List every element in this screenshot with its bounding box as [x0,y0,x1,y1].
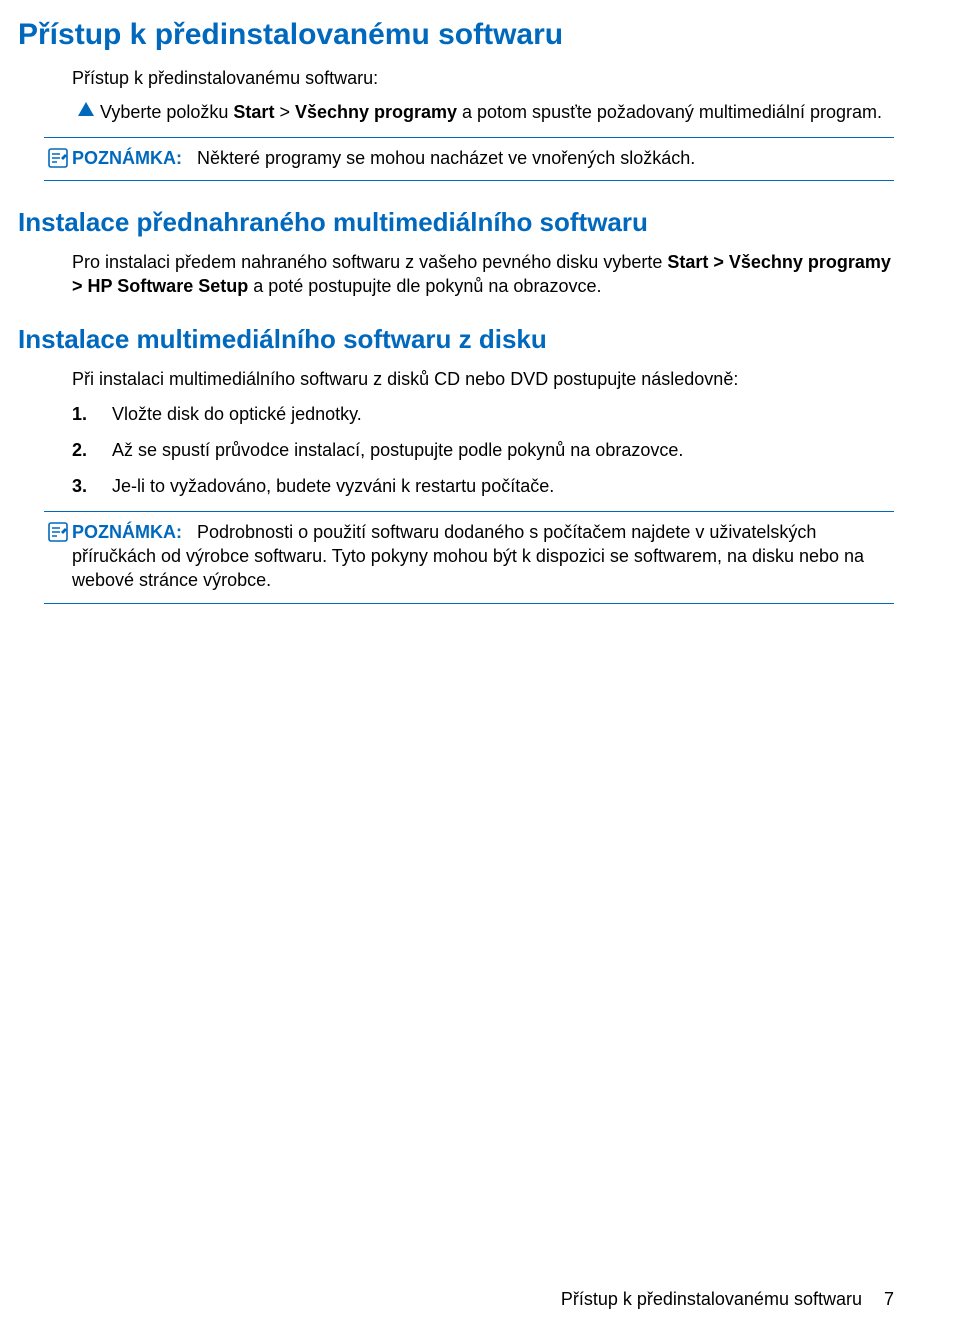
step-text-3: Je-li to vyžadováno, budete vyzváni k re… [112,474,894,498]
step-text-2: Až se spustí průvodce instalací, postupu… [112,438,894,462]
step-number-1: 1. [72,402,112,426]
step-number-2: 2. [72,438,112,462]
note-rule-bottom [44,180,894,181]
footer-section-title: Přístup k předinstalovanému softwaru [561,1289,862,1310]
step-text-1: Vložte disk do optické jednotky. [112,402,894,426]
note-label: POZNÁMKA: [72,522,182,542]
note-block-1: POZNÁMKA: Některé programy se mohou nach… [44,137,894,181]
note-rule-bottom [44,603,894,604]
note-rule-top [44,511,894,512]
section3-intro: Při instalaci multimediálního softwaru z… [72,367,894,391]
note-text-2: Podrobnosti o použití softwaru dodaného … [72,522,864,591]
note-body-1: POZNÁMKA: Některé programy se mohou nach… [72,146,894,170]
step-bold-start: Start [233,102,274,122]
step-select-start: Vyberte položku Start > Všechny programy… [72,100,894,124]
step-post: a potom spusťte požadovaný multimediální… [457,102,882,122]
s2-post: a poté postupujte dle pokynů na obrazovc… [248,276,601,296]
note-rule-top [44,137,894,138]
step-text: Vyberte položku Start > Všechny programy… [100,100,894,124]
note-icon [44,522,72,542]
triangle-icon [72,102,100,116]
heading-install-preloaded: Instalace přednahraného multimediálního … [18,207,894,238]
step-bold-programs: Všechny programy [295,102,457,122]
note-body-2: POZNÁMKA: Podrobnosti o použití softwaru… [72,520,894,593]
step-number-3: 3. [72,474,112,498]
s2-pre: Pro instalaci předem nahraného softwaru … [72,252,667,272]
note-icon [44,148,72,168]
section2-paragraph: Pro instalaci předem nahraného softwaru … [72,250,894,299]
note-block-2: POZNÁMKA: Podrobnosti o použití softwaru… [44,511,894,604]
note-text-1: Některé programy se mohou nacházet ve vn… [197,148,695,168]
step-mid: > [274,102,295,122]
note-label: POZNÁMKA: [72,148,182,168]
list-item: 2. Až se spustí průvodce instalací, post… [72,438,894,462]
list-item: 1. Vložte disk do optické jednotky. [72,402,894,426]
list-item: 3. Je-li to vyžadováno, budete vyzváni k… [72,474,894,498]
heading-install-from-disc: Instalace multimediálního softwaru z dis… [18,324,894,355]
step-pre: Vyberte položku [100,102,233,122]
page-footer: Přístup k předinstalovanému softwaru 7 [561,1289,894,1310]
section1-intro: Přístup k předinstalovanému softwaru: [72,66,894,90]
heading-access-preinstalled: Přístup k předinstalovanému softwaru [18,18,894,52]
document-page: Přístup k předinstalovanému softwaru Pří… [0,0,960,1336]
footer-page-number: 7 [884,1289,894,1310]
